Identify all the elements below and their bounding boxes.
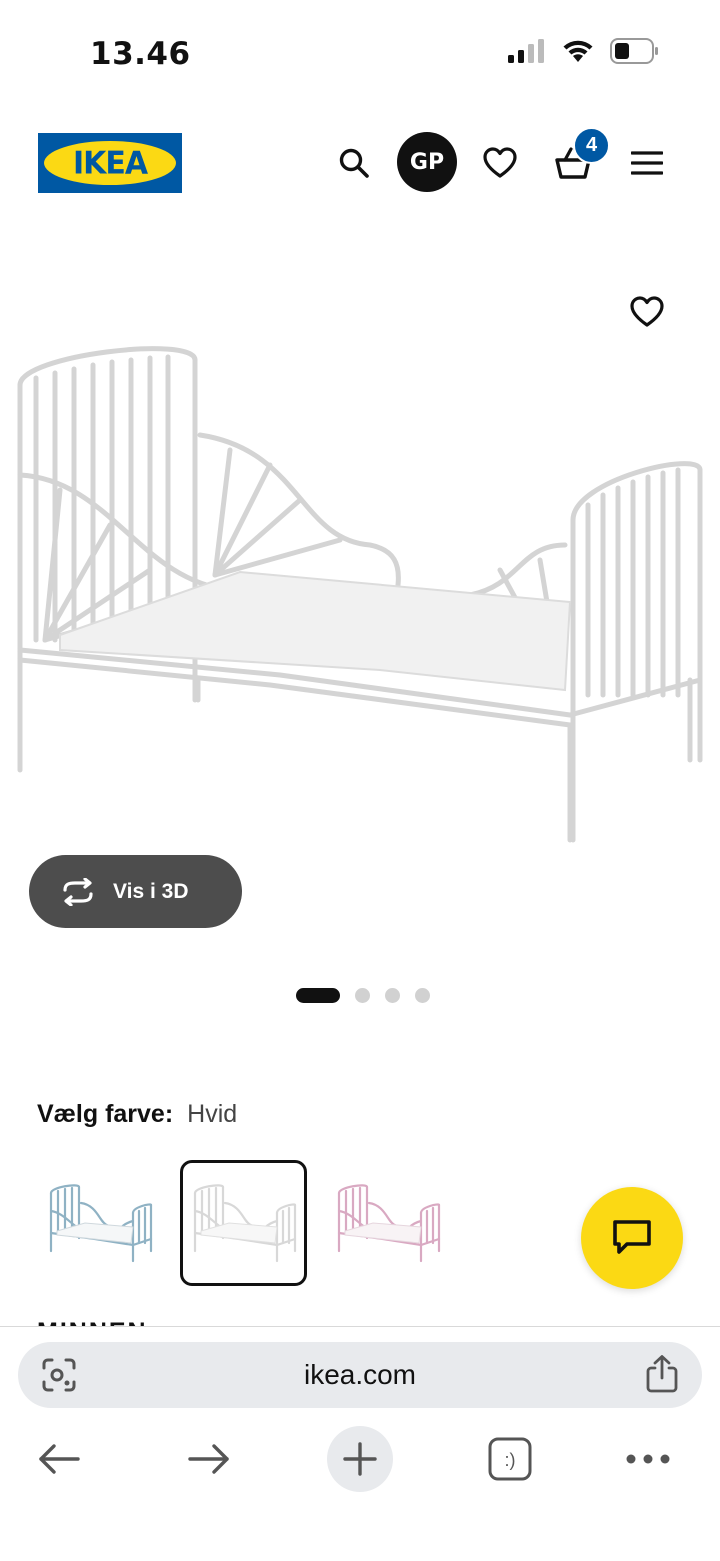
- cart-count-badge: 4: [573, 127, 610, 164]
- status-icons: [508, 38, 660, 64]
- more-button[interactable]: [624, 1423, 672, 1495]
- menu-icon: [631, 151, 663, 175]
- back-arrow-icon: [39, 1444, 80, 1474]
- product-favorite-button[interactable]: [622, 287, 672, 337]
- forward-button[interactable]: [186, 1423, 232, 1495]
- cart-count: 4: [585, 134, 598, 156]
- view-in-3d-label: Vis i 3D: [113, 879, 189, 903]
- new-tab-button[interactable]: [327, 1423, 393, 1495]
- ikea-logo[interactable]: IKEA: [38, 133, 182, 193]
- heart-icon: [630, 296, 664, 327]
- tabs-glyph: :): [505, 1450, 516, 1470]
- color-selector-label: Vælg farve: Hvid: [37, 1100, 237, 1129]
- lens-button[interactable]: [40, 1356, 78, 1399]
- new-tab-circle: [327, 1426, 393, 1492]
- search-icon: [339, 148, 369, 178]
- chat-button[interactable]: [581, 1187, 683, 1289]
- forward-arrow-icon: [188, 1444, 229, 1474]
- url-text[interactable]: ikea.com: [18, 1342, 702, 1408]
- share-icon: [646, 1355, 678, 1393]
- back-button[interactable]: [36, 1423, 82, 1495]
- product-gallery[interactable]: Vis i 3D: [0, 230, 720, 950]
- plus-icon: [343, 1442, 377, 1476]
- chat-icon: [613, 1220, 651, 1254]
- avatar-initials: GP: [409, 149, 445, 175]
- pink-bed-thumbnail: [337, 1184, 440, 1263]
- carousel-dot[interactable]: [384, 987, 400, 1003]
- swatch-pink[interactable]: [324, 1160, 451, 1286]
- carousel-indicator: [0, 985, 720, 1005]
- logo-oval: IKEA: [44, 141, 176, 185]
- more-icon: [626, 1454, 670, 1464]
- browser-nav-row: :): [0, 1423, 720, 1495]
- status-time: 13.46: [90, 36, 191, 72]
- heart-icon: [483, 147, 517, 178]
- light-blue-bed-thumbnail: [49, 1184, 152, 1263]
- wifi-icon: [563, 40, 593, 62]
- menu-button[interactable]: [628, 120, 666, 206]
- status-bar: 13.46: [0, 0, 720, 100]
- tabs-icon: :): [488, 1437, 532, 1481]
- share-button[interactable]: [644, 1354, 680, 1399]
- cellular-signal-icon: [508, 39, 544, 63]
- color-label-key: Vælg farve:: [37, 1100, 174, 1128]
- avatar[interactable]: GP: [397, 132, 457, 192]
- browser-toolbar: ikea.com:): [0, 1326, 720, 1561]
- swatch-light-blue[interactable]: [36, 1160, 163, 1286]
- carousel-dot-active[interactable]: [295, 987, 340, 1003]
- view-in-3d-button[interactable]: Vis i 3D: [29, 855, 242, 928]
- white-bed-thumbnail: [193, 1184, 296, 1263]
- carousel-dot[interactable]: [354, 987, 370, 1003]
- tabs-button[interactable]: :): [487, 1423, 533, 1495]
- carousel-dot[interactable]: [414, 987, 430, 1003]
- site-header: IKEA GP 4: [0, 120, 720, 206]
- lens-icon: [42, 1358, 76, 1392]
- bed-product-image: [17, 346, 703, 843]
- wishlist-button[interactable]: [480, 120, 520, 206]
- battery-icon: [610, 38, 658, 64]
- swatch-white[interactable]: [180, 1160, 307, 1286]
- search-button[interactable]: [334, 120, 374, 206]
- logo-text: IKEA: [72, 144, 148, 182]
- rotate-3d-icon: [63, 877, 93, 906]
- address-bar[interactable]: ikea.com: [18, 1342, 702, 1408]
- color-swatches: [36, 1160, 456, 1286]
- color-label-value: Hvid: [187, 1100, 238, 1128]
